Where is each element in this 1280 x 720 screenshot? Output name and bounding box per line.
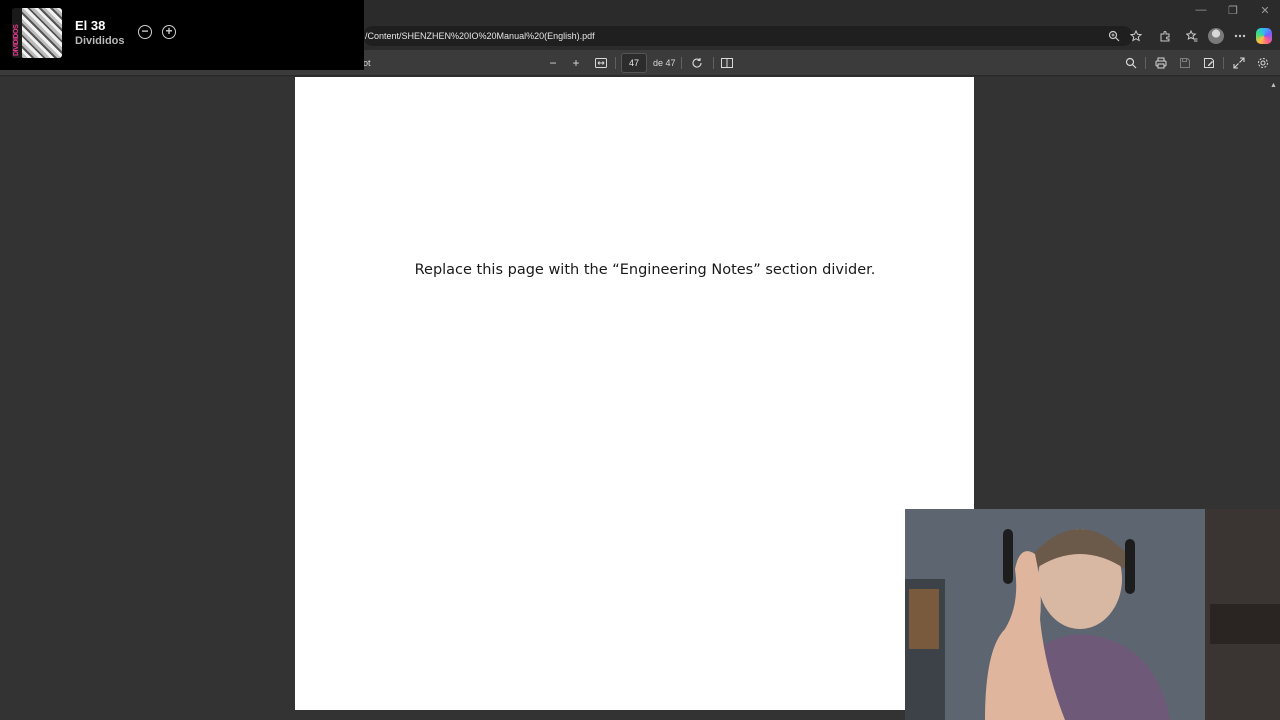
window-controls: — ❐ ✕ <box>1194 4 1272 17</box>
album-art: DIVIDIDOS <box>12 8 62 58</box>
copilot-icon[interactable] <box>1256 28 1272 44</box>
zoom-in-button[interactable]: + <box>567 54 585 72</box>
toolbar-separator <box>1223 57 1224 69</box>
more-menu-icon[interactable] <box>1230 26 1250 46</box>
pdf-page: Replace this page with the “Engineering … <box>295 77 974 710</box>
save-as-icon[interactable] <box>1200 54 1218 72</box>
close-window-button[interactable]: ✕ <box>1258 4 1272 17</box>
minimize-button[interactable]: — <box>1194 4 1208 17</box>
page-number-input[interactable]: 47 <box>621 53 647 73</box>
toolbar-separator <box>615 57 616 69</box>
toolbar-separator <box>681 57 682 69</box>
rotate-icon[interactable] <box>688 54 706 72</box>
toolbar-separator <box>713 57 714 69</box>
profile-avatar[interactable] <box>1208 28 1224 44</box>
favorites-icon[interactable] <box>1182 26 1202 46</box>
extensions-icon[interactable] <box>1155 26 1175 46</box>
find-icon[interactable] <box>1122 54 1140 72</box>
toolbar-separator <box>1145 57 1146 69</box>
album-band-text: DIVIDIDOS <box>13 24 20 56</box>
restore-button[interactable]: ❐ <box>1226 4 1240 17</box>
zoom-icon[interactable] <box>1104 26 1124 46</box>
page-total: de 47 <box>653 58 676 68</box>
media-overlay: DIVIDIDOS El 38 Divididos − + <box>0 0 364 70</box>
fit-page-icon[interactable] <box>592 54 610 72</box>
webcam-feed <box>905 509 1280 720</box>
volume-up-button[interactable]: + <box>162 25 176 39</box>
volume-down-button[interactable]: − <box>138 25 152 39</box>
print-icon[interactable] <box>1152 54 1170 72</box>
track-title: El 38 <box>75 18 106 33</box>
favorite-star-icon[interactable] <box>1126 26 1146 46</box>
track-artist: Divididos <box>75 35 125 47</box>
save-icon[interactable] <box>1176 54 1194 72</box>
page-view-icon[interactable] <box>718 54 736 72</box>
address-bar[interactable]: /Content/SHENZHEN%20IO%20Manual%20(Engli… <box>363 26 1133 46</box>
fullscreen-icon[interactable] <box>1230 54 1248 72</box>
toolbar-label: ot <box>363 58 371 68</box>
webcam-overlay <box>905 509 1280 720</box>
zoom-out-button[interactable]: − <box>544 54 562 72</box>
settings-gear-icon[interactable] <box>1254 54 1272 72</box>
page-body-text: Replace this page with the “Engineering … <box>414 262 876 278</box>
